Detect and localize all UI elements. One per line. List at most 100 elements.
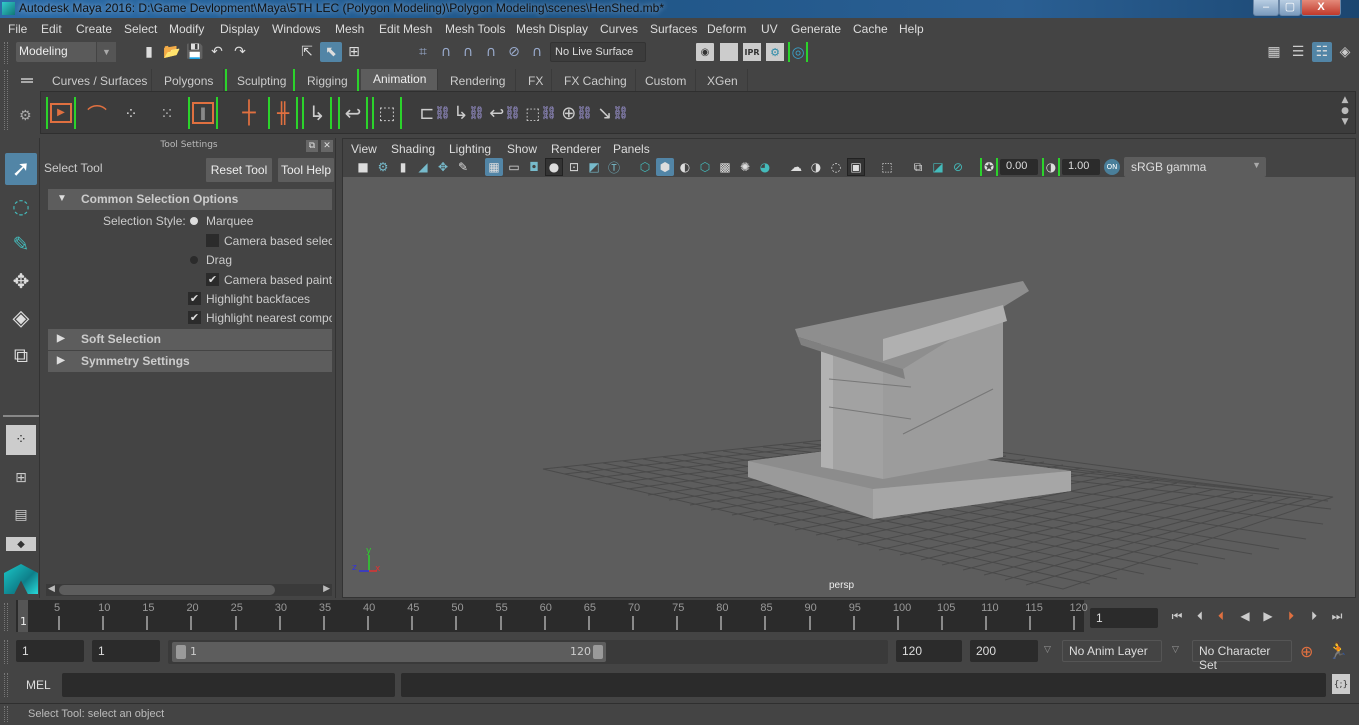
menu-mesh[interactable]: Mesh [335,22,364,36]
viewport-menu-view[interactable]: View [351,142,377,156]
channel-box-icon[interactable]: ◈ [1336,43,1354,61]
viewport-menu-show[interactable]: Show [507,142,537,156]
ipr-render-icon[interactable]: IPR [743,43,761,61]
pole-vector-constraint-icon[interactable]: ↘ ⛓ [597,97,629,129]
shelf-tab-rendering[interactable]: Rendering [438,69,516,91]
timeline-drag-handle[interactable] [4,603,8,631]
viewport-menu-shading[interactable]: Shading [391,142,435,156]
menu-create[interactable]: Create [76,22,112,36]
menu-edit[interactable]: Edit [41,22,62,36]
menu-mesh-display[interactable]: Mesh Display [516,22,588,36]
set-breakdown-icon[interactable]: ╫ [268,97,298,129]
view-transform-dropdown[interactable]: sRGB gamma ▼ [1124,157,1266,177]
aim-constraint-icon[interactable]: ⊕ ⛓ [561,97,593,129]
scale-constraint-icon[interactable]: ⬚ ⛓ [525,97,557,129]
close-panel-icon[interactable]: ✕ [321,140,333,152]
menu-uv[interactable]: UV [761,22,778,36]
highlight-backfaces-checkbox[interactable]: ✔ [188,292,201,305]
exposure-field[interactable]: 0.00 [1000,159,1038,175]
graph-persp-layout-icon[interactable]: ◆ [6,537,36,551]
close-button[interactable]: X [1301,0,1341,16]
playback-end-field[interactable]: 120 [896,640,962,662]
grease-pencil-icon[interactable]: ✎ [454,158,472,176]
character-set-dropdown[interactable]: No Character Set [1192,640,1292,672]
select-component-icon[interactable]: ⊞ [345,43,363,61]
shelf-tab-xgen[interactable]: XGen [696,69,748,91]
xray-icon[interactable]: ☁ [787,158,805,176]
shelf-tab-sculpting[interactable]: Sculpting [225,69,295,91]
anim-layer-dropdown[interactable]: No Anim Layer [1062,640,1162,662]
gate-mask-icon[interactable]: ● [545,158,563,176]
minimize-button[interactable]: – [1253,0,1279,16]
ghost-icon[interactable]: ⁘ [116,97,146,129]
range-end-handle[interactable] [593,645,603,659]
set-key-icon[interactable]: ┼ [234,97,264,129]
play-backwards-icon[interactable]: ◀ [1238,608,1252,624]
redo-icon[interactable]: ↷ [231,43,249,61]
bookmark-icon[interactable]: ▮ [394,158,412,176]
step-forward-frame-icon[interactable]: ⏵ [1307,608,1321,624]
command-input[interactable] [62,673,395,697]
shelf-settings-gear-icon[interactable]: ⚙ [19,108,32,124]
go-to-end-icon[interactable]: ⏭ [1330,608,1344,624]
textured-icon[interactable]: ▩ [716,158,734,176]
isolate-select-icon[interactable]: ▣ [847,158,865,176]
viewport-menu-lighting[interactable]: Lighting [449,142,491,156]
point-constraint-icon[interactable]: ↳ ⛓ [453,97,485,129]
animation-preferences-icon[interactable]: 🏃 [1328,641,1348,660]
default-light-icon[interactable]: ✺ [736,158,754,176]
scroll-thumb[interactable] [59,585,275,595]
step-forward-key-icon[interactable]: ⏵ [1284,608,1298,624]
snap-grid-icon[interactable]: ⌗ [414,43,432,61]
xray-active-icon[interactable]: ◑ [807,158,825,176]
exposure-icon[interactable]: ✪ [980,158,998,176]
help-line-drag-handle[interactable] [4,706,8,722]
menu-mesh-tools[interactable]: Mesh Tools [445,22,505,36]
render-frame-icon[interactable] [720,43,738,61]
current-frame-field[interactable]: 1 [1090,608,1158,628]
go-to-start-icon[interactable]: ⏮ [1170,608,1184,624]
field-chart-icon[interactable]: ⊡ [565,158,583,176]
tool-panel-hscrollbar[interactable]: ◀ ▶ [46,584,332,596]
drag-handle[interactable] [4,42,8,64]
camera-attributes-icon[interactable]: ⚙ [374,158,392,176]
camera-based-paint-checkbox[interactable]: ✔ [206,273,219,286]
shelf-tab-custom[interactable]: Custom [636,69,696,91]
menu-deform[interactable]: Deform [707,22,746,36]
select-tool-icon[interactable]: ➚ [5,153,37,185]
shelf-scroll-buttons[interactable]: ▲ ● ▼ [1339,95,1351,129]
shelf-tab-animation[interactable]: Animation [361,69,438,90]
create-clip-icon[interactable]: ‖ [188,97,218,129]
wireframe-on-shaded-icon[interactable]: ◐ [676,158,694,176]
tool-help-button[interactable]: Tool Help [278,158,334,182]
range-slider-bar[interactable]: 1 120 [172,642,606,662]
resolution-gate-icon[interactable]: ◘ [525,158,543,176]
character-set-chevron-icon[interactable]: ▽ [1172,645,1179,655]
screen-space-ao-icon[interactable]: ⧉ [909,158,927,176]
step-back-frame-icon[interactable]: ⏴ [1193,608,1207,624]
section-symmetry-settings[interactable]: ▶ Symmetry Settings [48,351,332,372]
play-forwards-icon[interactable]: ▶ [1261,608,1275,624]
outliner-persp-layout-icon[interactable]: ▤ [6,500,36,530]
modeling-toolkit-icon[interactable]: ▦ [1265,43,1283,61]
key-translate-icon[interactable]: ↳ [302,97,332,129]
motion-trail-icon[interactable]: ⌒ [82,97,112,129]
lasso-tool-icon[interactable]: ◌ [5,190,37,222]
viewport-persp[interactable]: y x z persp [342,138,1356,598]
animation-start-field[interactable]: 1 [16,640,84,662]
step-back-key-icon[interactable]: ⏴ [1214,608,1228,624]
move-tool-icon[interactable]: ✥ [5,265,37,297]
hen-shed-model[interactable] [748,281,1071,519]
range-drag-handle[interactable] [4,640,8,664]
rotate-tool-icon[interactable]: ◈ [5,302,37,334]
maximize-button[interactable]: ▢ [1279,0,1301,16]
select-marquee-icon[interactable]: ⬚ [878,158,896,176]
shelf-tab-fx-caching[interactable]: FX Caching [552,69,636,91]
playblast-icon[interactable]: ▶ [46,97,76,129]
playback-start-field[interactable]: 1 [92,640,160,662]
safe-title-icon[interactable]: Ⓣ [605,158,623,176]
shelf-tab-fx[interactable]: FX [516,69,552,91]
wireframe-icon[interactable]: ⬡ [636,158,654,176]
gamma-icon[interactable]: ◑ [1042,158,1060,176]
shadows-icon[interactable]: ◕ [756,158,774,176]
